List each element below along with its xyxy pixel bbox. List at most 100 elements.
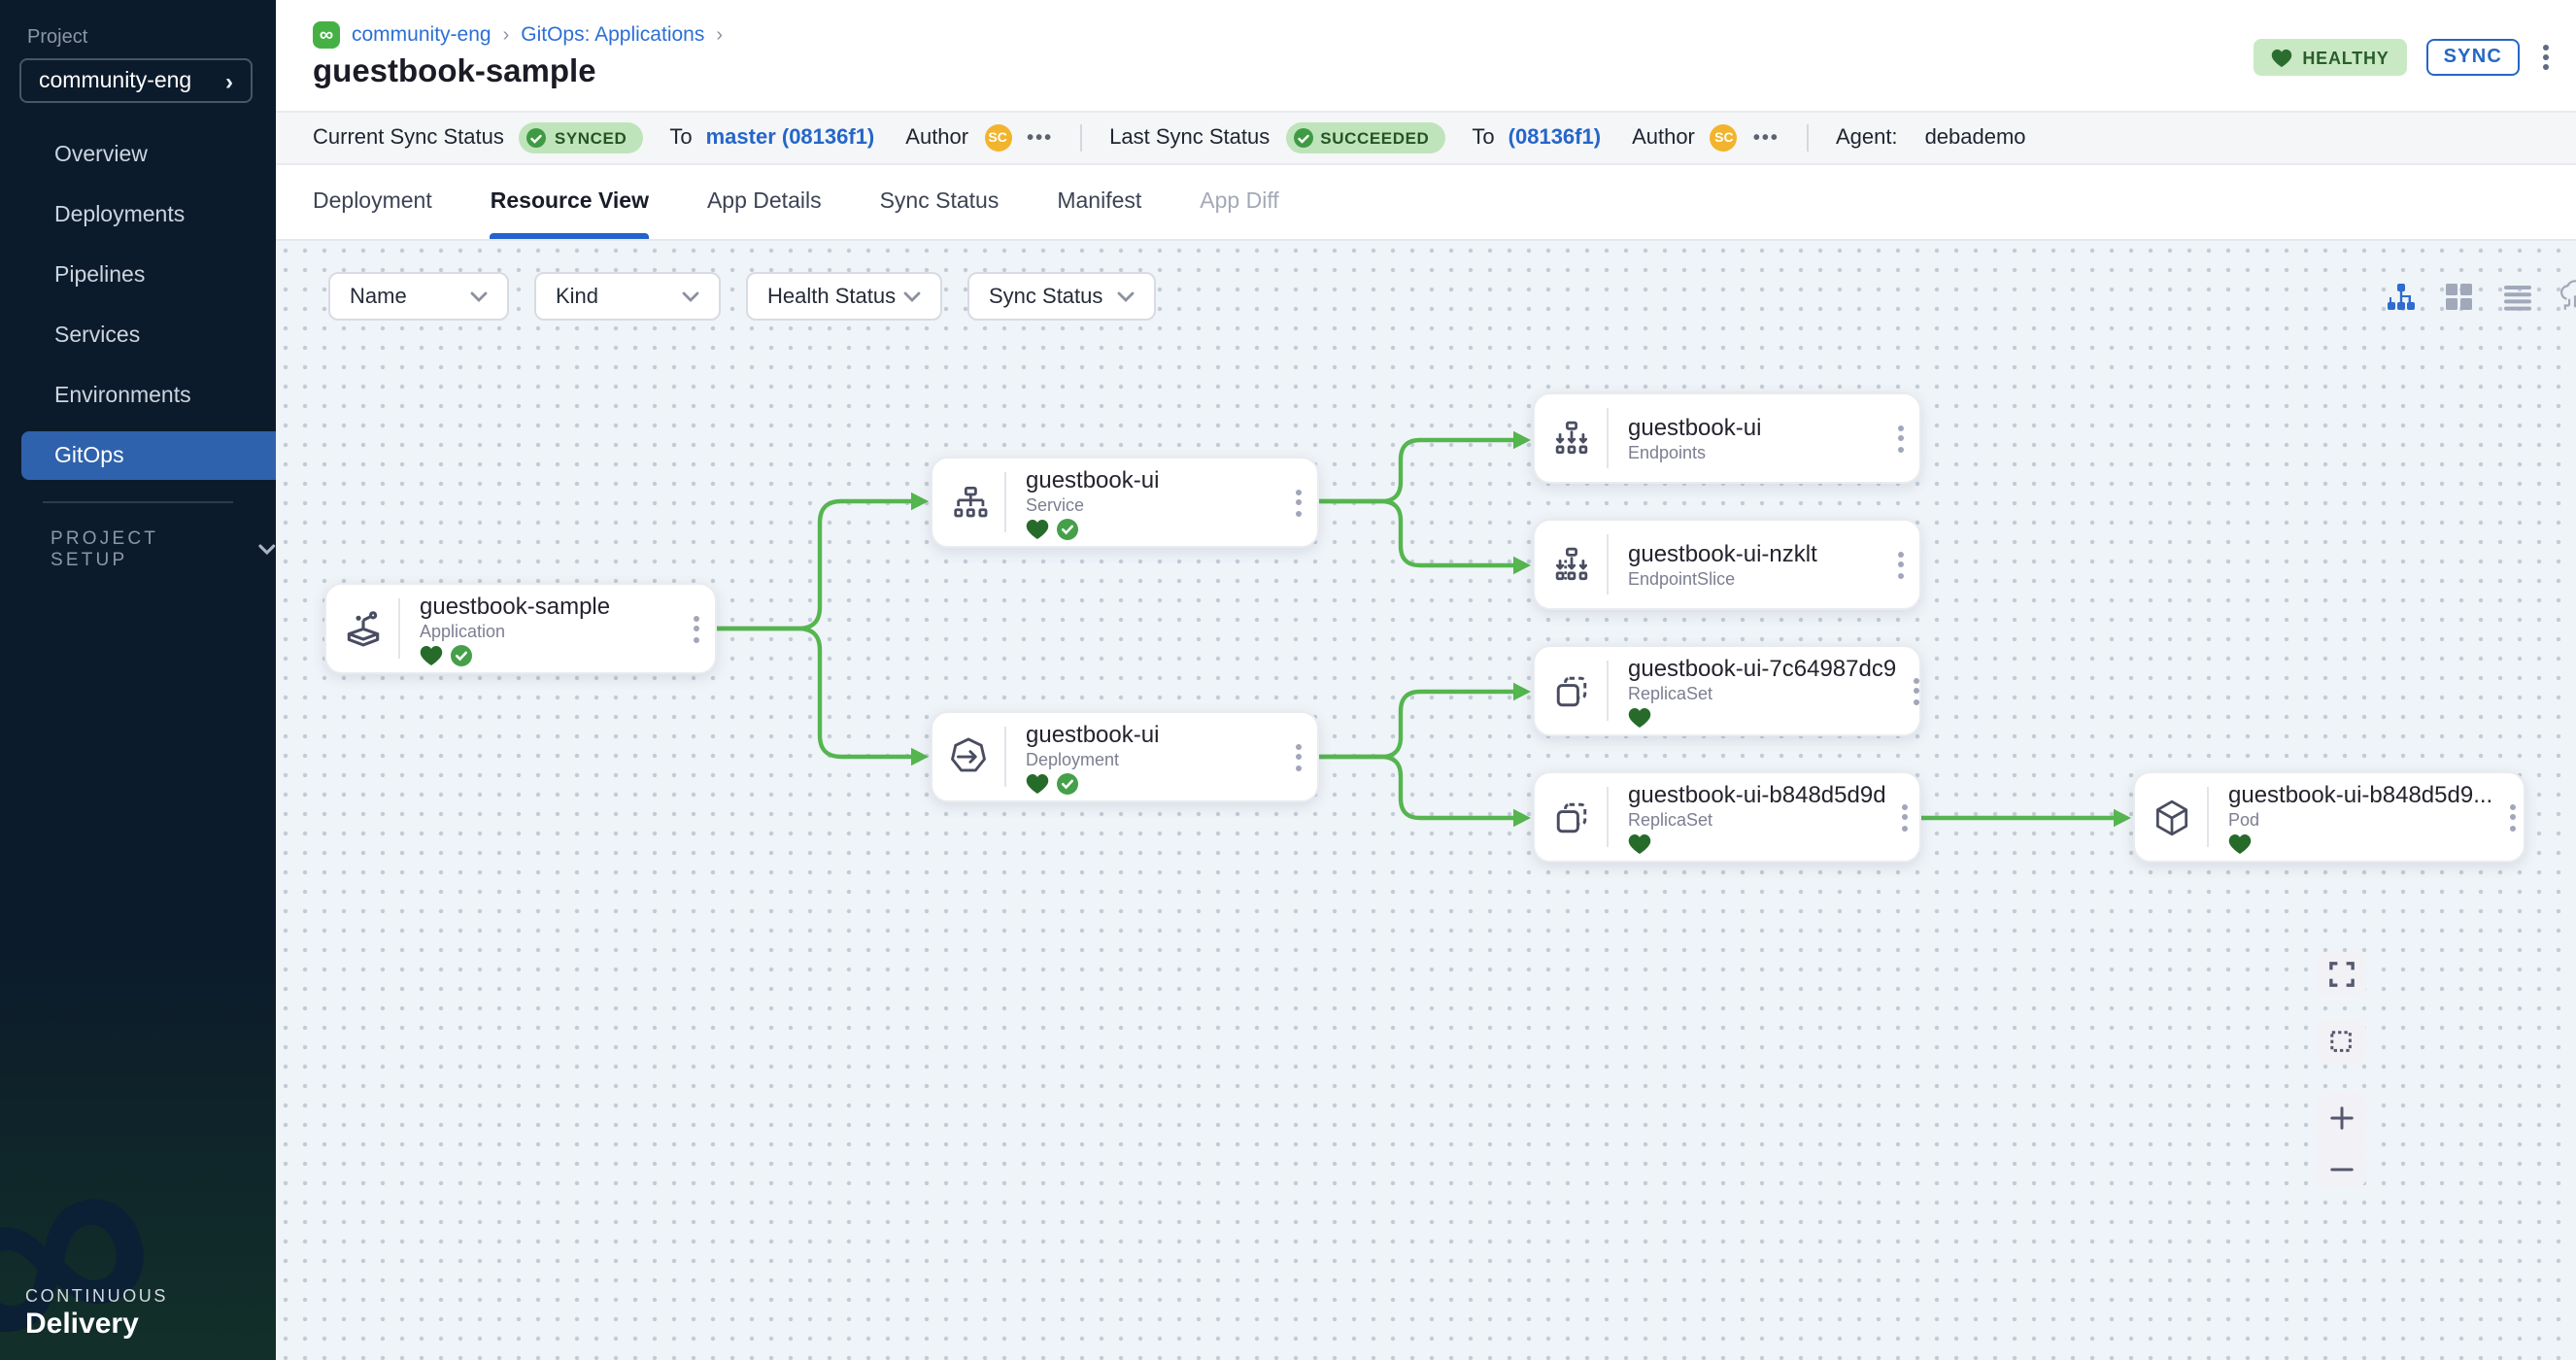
- node-kind: Pod: [2228, 809, 2492, 829]
- synced-check-icon: [1057, 518, 1078, 539]
- sidebar-divider: [43, 501, 233, 503]
- node-kind: Service: [1026, 494, 1278, 514]
- tab-manifest[interactable]: Manifest: [1057, 165, 1141, 239]
- sync-button[interactable]: SYNC: [2426, 39, 2520, 76]
- chevron-down-icon: [470, 290, 488, 302]
- node-menu-kebab-icon[interactable]: [676, 615, 715, 642]
- synced-check-icon: [451, 644, 472, 665]
- node-service-guestbook-ui[interactable]: guestbook-ui Service: [931, 457, 1319, 548]
- page-header: ∞ community-eng › GitOps: Applications ›…: [276, 0, 2576, 111]
- node-pod-guestbook-ui-b848d5d9[interactable]: guestbook-ui-b848d5d9... Pod: [2133, 771, 2525, 863]
- author-avatar[interactable]: SC: [1711, 124, 1738, 152]
- endpointslice-icon: [1535, 543, 1607, 586]
- chevron-down-icon: [1117, 290, 1135, 302]
- succeeded-badge: SUCCEEDED: [1285, 122, 1444, 153]
- node-deployment-guestbook-ui[interactable]: guestbook-ui Deployment: [931, 711, 1319, 802]
- node-menu-kebab-icon[interactable]: [1881, 425, 1919, 452]
- sidebar-item-environments[interactable]: Environments: [0, 365, 276, 425]
- filter-kind-dropdown[interactable]: Kind: [534, 272, 721, 321]
- breadcrumb-project-link[interactable]: community-eng: [352, 23, 491, 47]
- deployment-icon: [932, 734, 1004, 779]
- breadcrumb: ∞ community-eng › GitOps: Applications ›: [313, 21, 723, 49]
- brand-delivery: Delivery: [25, 1308, 168, 1341]
- project-selector-value: community-eng: [39, 69, 191, 92]
- node-replicaset-guestbook-ui-b848d5d9d[interactable]: guestbook-ui-b848d5d9d ReplicaSet: [1533, 771, 1921, 863]
- tab-app-details[interactable]: App Details: [707, 165, 822, 239]
- healthy-heart-icon: [1026, 518, 1049, 539]
- node-title: guestbook-ui: [1026, 465, 1278, 493]
- sidebar-item-overview[interactable]: Overview: [0, 124, 276, 185]
- author-label: Author: [905, 126, 968, 150]
- node-title: guestbook-ui: [1026, 720, 1278, 747]
- zoom-out-icon[interactable]: [2329, 1166, 2355, 1173]
- app-menu-kebab-icon[interactable]: [2543, 45, 2549, 70]
- service-icon: [932, 481, 1004, 524]
- node-replicaset-guestbook-ui-7c64987dc9[interactable]: guestbook-ui-7c64987dc9 ReplicaSet: [1533, 645, 1921, 736]
- brand-continuous: CONTINUOUS: [25, 1286, 168, 1306]
- zoom-control: [2318, 1092, 2366, 1187]
- node-kind: Endpoints: [1628, 443, 1881, 462]
- tab-sync-status[interactable]: Sync Status: [880, 165, 1000, 239]
- sidebar-item-pipelines[interactable]: Pipelines: [0, 245, 276, 305]
- zoom-in-icon[interactable]: [2329, 1105, 2355, 1131]
- heart-icon: [2271, 48, 2292, 67]
- chevron-down-icon: [682, 290, 699, 302]
- tab-bar: Deployment Resource View App Details Syn…: [276, 165, 2576, 241]
- node-menu-kebab-icon[interactable]: [2492, 803, 2531, 831]
- view-toggle-group: [2384, 280, 2576, 313]
- node-endpoints-guestbook-ui[interactable]: guestbook-ui Endpoints: [1533, 392, 1921, 484]
- commit-details-ellipsis[interactable]: •••: [1027, 127, 1053, 149]
- healthy-heart-icon: [1628, 833, 1651, 854]
- node-menu-kebab-icon[interactable]: [1886, 803, 1925, 831]
- node-menu-kebab-icon[interactable]: [1278, 743, 1317, 770]
- fit-selection-button[interactable]: [2318, 1020, 2366, 1065]
- last-revision-link[interactable]: (08136f1): [1508, 126, 1601, 150]
- synced-check-icon: [1057, 772, 1078, 794]
- author-avatar[interactable]: SC: [984, 124, 1011, 152]
- filter-name-dropdown[interactable]: Name: [328, 272, 509, 321]
- check-circle-icon: [527, 128, 547, 148]
- node-endpointslice-guestbook-ui-nzklt[interactable]: guestbook-ui-nzklt EndpointSlice: [1533, 519, 1921, 610]
- synced-badge: SYNCED: [520, 122, 642, 153]
- node-menu-kebab-icon[interactable]: [1881, 551, 1919, 578]
- application-icon: [326, 607, 398, 650]
- filter-health-status-dropdown[interactable]: Health Status: [746, 272, 942, 321]
- chevron-down-icon: [903, 290, 921, 302]
- endpoints-icon: [1535, 417, 1607, 459]
- divider: [1807, 124, 1809, 152]
- sidebar-item-services[interactable]: Services: [0, 305, 276, 365]
- pod-view-cloud-icon[interactable]: [2559, 280, 2576, 313]
- sidebar-item-gitops[interactable]: GitOps: [21, 431, 276, 480]
- breadcrumb-applications-link[interactable]: GitOps: Applications: [521, 23, 704, 47]
- sidebar-item-deployments[interactable]: Deployments: [0, 185, 276, 245]
- node-title: guestbook-ui-b848d5d9...: [2228, 780, 2492, 807]
- author-label: Author: [1632, 126, 1695, 150]
- gitops-infinity-icon: ∞: [313, 21, 340, 49]
- node-title: guestbook-ui-7c64987dc9: [1628, 654, 1896, 681]
- breadcrumb-chevron: ›: [716, 24, 723, 46]
- healthy-heart-icon: [420, 644, 443, 665]
- replicaset-icon: [1535, 796, 1607, 838]
- replicaset-icon: [1535, 669, 1607, 712]
- health-status-badge[interactable]: HEALTHY: [2254, 39, 2406, 76]
- current-revision-link[interactable]: master (08136f1): [706, 126, 875, 150]
- filter-sync-status-dropdown[interactable]: Sync Status: [967, 272, 1156, 321]
- agent-label: Agent:: [1836, 126, 1898, 150]
- grid-view-icon[interactable]: [2442, 280, 2475, 313]
- node-menu-kebab-icon[interactable]: [1278, 489, 1317, 516]
- tab-resource-view[interactable]: Resource View: [491, 165, 649, 239]
- list-view-icon[interactable]: [2500, 280, 2533, 313]
- commit-details-ellipsis[interactable]: •••: [1753, 127, 1779, 149]
- node-menu-kebab-icon[interactable]: [1896, 677, 1935, 704]
- tree-view-icon[interactable]: [2384, 280, 2417, 313]
- node-application-guestbook-sample[interactable]: guestbook-sample Application: [324, 583, 717, 674]
- node-kind: ReplicaSet: [1628, 683, 1896, 702]
- node-title: guestbook-ui: [1628, 414, 1881, 441]
- fullscreen-button[interactable]: [2318, 952, 2366, 997]
- tab-deployment[interactable]: Deployment: [313, 165, 432, 239]
- tab-app-diff[interactable]: App Diff: [1200, 165, 1278, 239]
- project-selector[interactable]: community-eng ›: [19, 58, 253, 103]
- last-sync-label: Last Sync Status: [1109, 126, 1270, 150]
- agent-name: debademo: [1925, 126, 2026, 150]
- project-setup-toggle[interactable]: PROJECT SETUP: [51, 528, 276, 571]
